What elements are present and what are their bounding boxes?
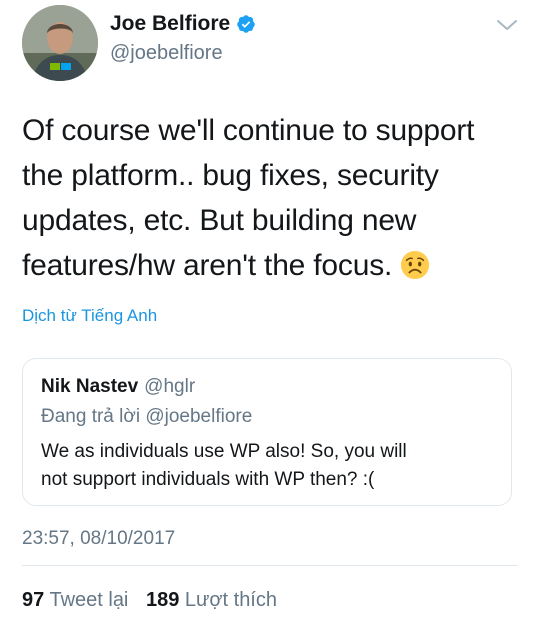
quoted-tweet-text: We as individuals use WP also! So, you w…	[41, 441, 407, 490]
verified-badge-icon	[237, 15, 255, 33]
likes-stat[interactable]: 189 Lượt thích	[146, 587, 277, 613]
translate-link[interactable]: Dịch từ Tiếng Anh	[22, 305, 157, 327]
worried-face-icon	[401, 250, 430, 280]
quoted-author-name: Nik Nastev	[41, 376, 139, 397]
tweet-text: Of course we'll continue to support the …	[22, 108, 522, 288]
avatar-photo	[22, 5, 98, 81]
author-handle[interactable]: @joebelfiore	[110, 40, 223, 66]
quoted-author-row: Nik Nastev @hglr	[41, 375, 195, 399]
author-display-name[interactable]: Joe Belfiore	[110, 11, 230, 37]
reply-to-handle[interactable]: @joebelfiore	[145, 406, 252, 427]
retweets-label: Tweet lại	[49, 589, 129, 611]
quoted-author-handle: @hglr	[144, 376, 196, 397]
chevron-down-icon[interactable]	[496, 18, 518, 32]
tweet-timestamp[interactable]: 23:57, 08/10/2017	[22, 527, 175, 551]
retweets-stat[interactable]: 97 Tweet lại	[22, 587, 128, 613]
divider	[22, 565, 518, 566]
likes-count: 189	[145, 589, 180, 611]
likes-label: Lượt thích	[184, 589, 277, 611]
reply-prefix: Đang trả lời	[41, 406, 141, 427]
quoted-tweet-card[interactable]: Nik Nastev @hglr Đang trả lời @joebelfior…	[22, 358, 512, 506]
tweet-stats: 97 Tweet lại 189 Lượt thích	[22, 587, 277, 613]
avatar[interactable]	[22, 5, 98, 81]
quoted-reply-context: Đang trả lời @joebelfiore	[41, 405, 252, 429]
retweets-count: 97	[22, 589, 45, 611]
author-name-row: Joe Belfiore	[110, 11, 256, 37]
